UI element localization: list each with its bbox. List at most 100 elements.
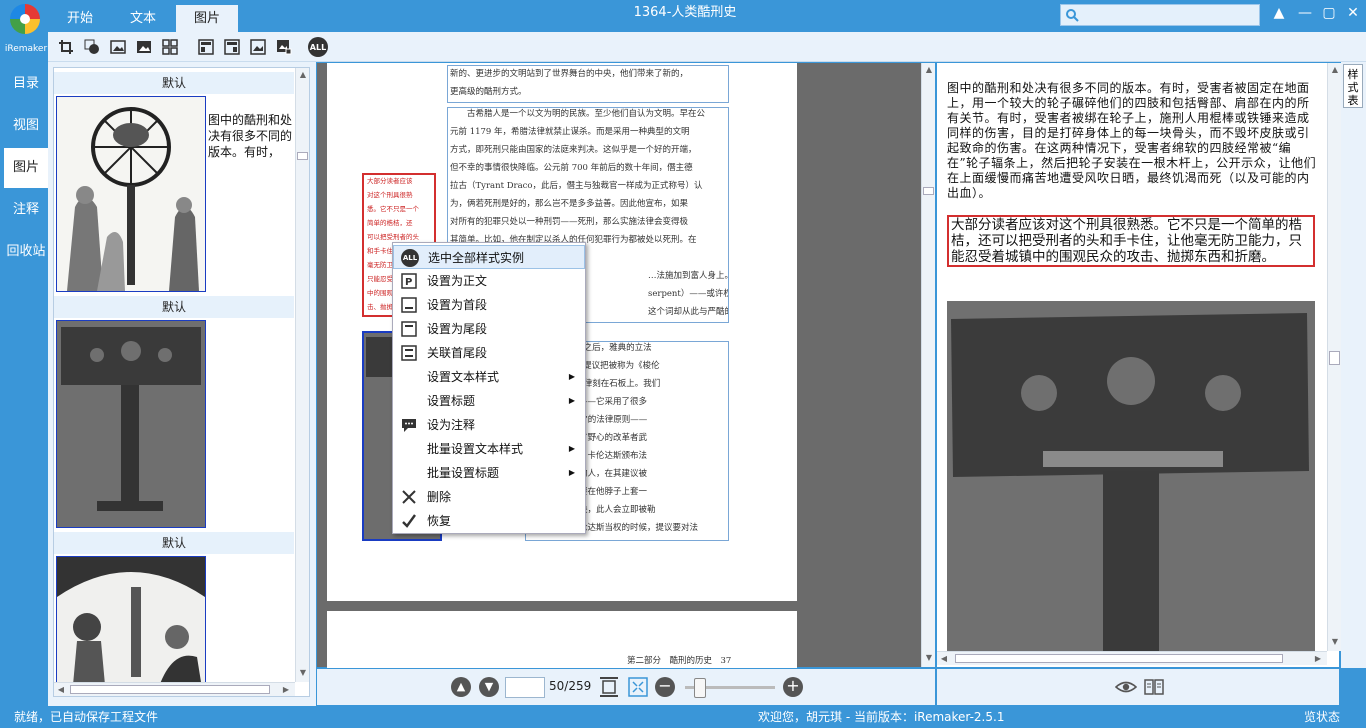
logo-label: iRemaker [4, 44, 48, 54]
text-line: 但不幸的事情很快降临。公元前 700 年前后的数十年间，僭主德 [450, 163, 693, 173]
menu-item-set-note[interactable]: 设为注释 [393, 413, 585, 437]
logo-icon [10, 4, 40, 34]
scroll-up-icon[interactable]: ▲ [296, 68, 309, 82]
status-bar: 就绪，已自动保存工程文件 欢迎您，胡元琪 - 当前版本：iRemaker-2.5… [0, 706, 1366, 728]
scroll-thumb[interactable] [923, 187, 934, 195]
crop-icon[interactable] [56, 37, 76, 57]
menu-item-label: 设置为尾段 [427, 322, 488, 336]
status-right: 览状态 [1304, 710, 1341, 724]
tab-stylesheet[interactable]: 样式表 [1343, 64, 1363, 108]
tab-text[interactable]: 文本 [114, 5, 172, 32]
menu-item-text-style[interactable]: 设置文本样式 ▶ [393, 365, 585, 389]
text-line: 悉。它不只是一个 [367, 205, 419, 213]
image-alt-icon[interactable] [134, 37, 154, 57]
tab-start[interactable]: 开始 [52, 5, 108, 32]
menu-item-restore[interactable]: 恢复 [393, 509, 585, 533]
page-number-input[interactable] [505, 677, 545, 698]
preview-content[interactable]: 图中的酷刑和处决有很多不同的版本。有时，受害者被固定在地面上，用一个较大的轮子碾… [937, 63, 1327, 651]
eye-icon[interactable] [1114, 678, 1138, 696]
scroll-right-icon[interactable]: ▶ [1311, 652, 1325, 666]
scroll-left-icon[interactable]: ◀ [54, 683, 68, 696]
grid-select-icon[interactable] [160, 37, 180, 57]
scroll-up-icon[interactable]: ▲ [922, 63, 936, 77]
left-nav: 目录 视图 图片 注释 回收站 [0, 62, 48, 706]
scroll-right-icon[interactable]: ▶ [279, 683, 293, 696]
search-input[interactable] [1060, 4, 1260, 26]
scroll-thumb[interactable] [1329, 351, 1340, 365]
thumbnail-image-wheel[interactable] [56, 96, 206, 292]
menu-item-set-first-para[interactable]: 设置为首段 [393, 293, 585, 317]
menu-item-set-last-para[interactable]: 设置为尾段 [393, 317, 585, 341]
image-icon[interactable] [108, 37, 128, 57]
window-title: 1364-人类酷刑史 [633, 5, 737, 20]
fit-height-icon[interactable] [599, 676, 619, 698]
zoom-slider[interactable] [685, 678, 775, 698]
pin-button[interactable]: ▲ [1268, 4, 1290, 24]
menu-item-set-body[interactable]: P 设置为正文 [393, 269, 585, 293]
preview-vscroll[interactable]: ▲ ▼ [1327, 63, 1341, 651]
preview-text-paragraph[interactable]: 图中的酷刑和处决有很多不同的版本。有时，受害者被固定在地面上，用一个较大的轮子碾… [947, 81, 1317, 201]
select-all-icon[interactable]: ALL [308, 37, 328, 57]
document-page[interactable]: 第二部分 酷刑的历史 37 [327, 611, 797, 669]
thumbnail-image-pillory[interactable] [56, 320, 206, 528]
thumbnail-hscroll[interactable]: ◀ ▶ [54, 682, 295, 696]
zoom-in-icon[interactable]: + [783, 677, 803, 697]
nav-item-view[interactable]: 视图 [4, 106, 48, 146]
page-footer: 第二部分 酷刑的历史 37 [627, 656, 732, 666]
mask-icon[interactable] [82, 37, 102, 57]
close-window-button[interactable]: ✕ [1342, 4, 1364, 24]
app-logo: iRemaker [4, 4, 47, 58]
scroll-down-icon[interactable]: ▼ [296, 666, 309, 680]
nav-item-recycle[interactable]: 回收站 [4, 232, 48, 272]
image-export-icon[interactable] [274, 37, 294, 57]
menu-item-batch-text-style[interactable]: 批量设置文本样式 ▶ [393, 437, 585, 461]
text-line: 这个词却从此与严酷的法律联系 [648, 307, 728, 317]
fit-page-icon[interactable] [627, 676, 649, 698]
tab-image[interactable]: 图片 [176, 5, 238, 32]
scroll-down-icon[interactable]: ▼ [1328, 635, 1342, 649]
menu-item-batch-heading[interactable]: 批量设置标题 ▶ [393, 461, 585, 485]
scroll-down-icon[interactable]: ▼ [922, 651, 936, 665]
style-sidebar: 样式表 [1341, 62, 1366, 668]
menu-item-label: 删除 [427, 490, 452, 504]
paragraph-icon: P [399, 271, 419, 291]
text-block[interactable]: 新的、更进步的文明站到了世界舞台的中央，他们带来了新的， 更高级的酷刑方式。 [447, 65, 729, 103]
maximize-button[interactable]: ▢ [1318, 4, 1340, 24]
nav-item-image[interactable]: 图片 [4, 148, 48, 188]
scroll-left-icon[interactable]: ◀ [937, 652, 951, 666]
menu-item-select-all-style[interactable]: ALL 选中全部样式实例 [393, 245, 585, 269]
page-up-icon[interactable]: ▲ [451, 677, 471, 697]
book-icon[interactable] [1143, 678, 1165, 696]
text-line: 简单的梏桔，还 [367, 219, 413, 227]
preview-selected-paragraph[interactable]: 大部分读者应该对这个刑具很熟悉。它不只是一个简单的梏桔，还可以把受刑者的头和手卡… [947, 215, 1315, 267]
preview-hscroll[interactable]: ◀ ▶ [937, 651, 1327, 665]
zoom-out-icon[interactable]: − [655, 677, 675, 697]
menu-item-delete[interactable]: 删除 [393, 485, 585, 509]
scroll-thumb[interactable] [955, 654, 1283, 663]
thumbnail-image-engraving[interactable] [56, 556, 206, 696]
page-down-icon[interactable]: ▼ [479, 677, 499, 697]
preview-pillory-image[interactable] [947, 301, 1315, 651]
layout-icon[interactable] [196, 37, 216, 57]
thumbnail-vscroll[interactable]: ▲ ▼ [295, 68, 309, 682]
scroll-thumb[interactable] [297, 152, 308, 160]
zoom-slider-thumb[interactable] [694, 678, 707, 698]
minimize-button[interactable]: — [1294, 4, 1316, 24]
thumbnail-list[interactable]: 默认 图中的酷刑和处决有很多不同的版本。有时， 默认 默认 ▲ ▼ ◀ ▶ [53, 67, 310, 697]
menu-item-label: 设置文本样式 [427, 370, 500, 384]
nav-item-toc[interactable]: 目录 [4, 64, 48, 104]
image-frame-icon[interactable] [248, 37, 268, 57]
svg-text:P: P [405, 277, 412, 288]
menu-item-label: 设置为首段 [427, 298, 488, 312]
status-center: 欢迎您，胡元琪 - 当前版本：iRemaker-2.5.1 [758, 710, 1005, 724]
nav-item-notes[interactable]: 注释 [4, 190, 48, 230]
document-vscroll[interactable]: ▲ ▼ [921, 63, 935, 667]
scroll-up-icon[interactable]: ▲ [1328, 63, 1342, 77]
text-line: 方式，即死刑只能由国家的法庭来判决。这似乎是一个好的开端， [450, 145, 697, 155]
menu-item-set-heading[interactable]: 设置标题 ▶ [393, 389, 585, 413]
menu-item-link-paras[interactable]: 关联首尾段 [393, 341, 585, 365]
text-line: 对所有的犯罪只处以一种刑罚——死刑，那么实施法律会变得极 [450, 217, 689, 227]
scroll-thumb[interactable] [70, 685, 270, 694]
link-paragraph-icon [399, 343, 419, 363]
layout-alt-icon[interactable] [222, 37, 242, 57]
